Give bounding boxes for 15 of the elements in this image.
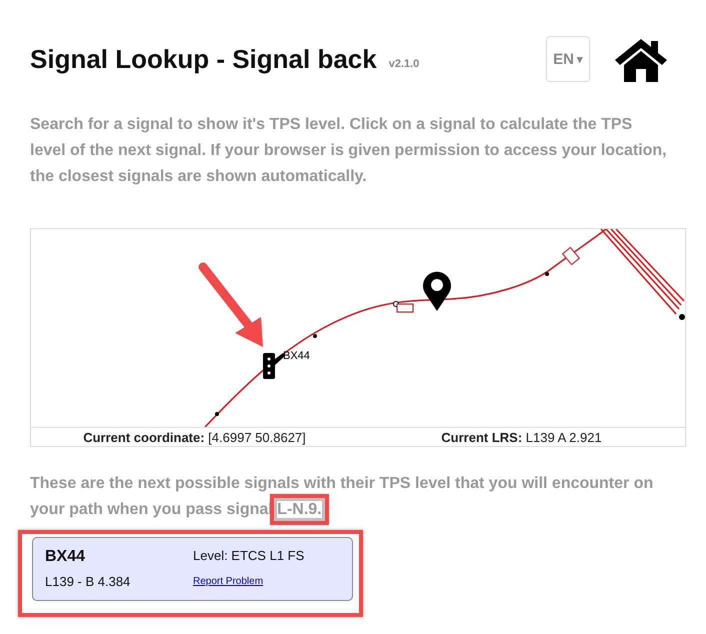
page-title: Signal Lookup - Signal back: [30, 44, 377, 74]
location-pin-icon: [423, 272, 451, 311]
intro-description: Search for a signal to show it's TPS level. Click on a signal to calculate the TPS level of the next signal. If your browser is given permission to access your location, the closest signals are shown automatically.: [30, 115, 668, 187]
coordinate-readout: Current coordinate: [4.6997 50.8627]: [82, 430, 307, 444]
tps-level: Level: ETCS L1 FS: [193, 548, 306, 565]
signal-card[interactable]: BX44 Level: ETCS L1 FS L139 - B 4.384 Report Problem: [32, 537, 353, 601]
signal-label: BX44: [283, 350, 310, 362]
report-problem-link[interactable]: Report Problem: [193, 576, 340, 587]
signal-icon[interactable]: [263, 353, 285, 379]
language-dropdown[interactable]: EN ▾: [546, 36, 590, 82]
lrs-readout: Current LRS: L139 A 2.921: [440, 430, 603, 444]
version-label: v2.1.0: [388, 58, 420, 70]
signal-location: L139 - B 4.384: [45, 574, 132, 589]
signal-name: BX44: [45, 548, 86, 566]
home-icon[interactable]: [614, 36, 668, 82]
